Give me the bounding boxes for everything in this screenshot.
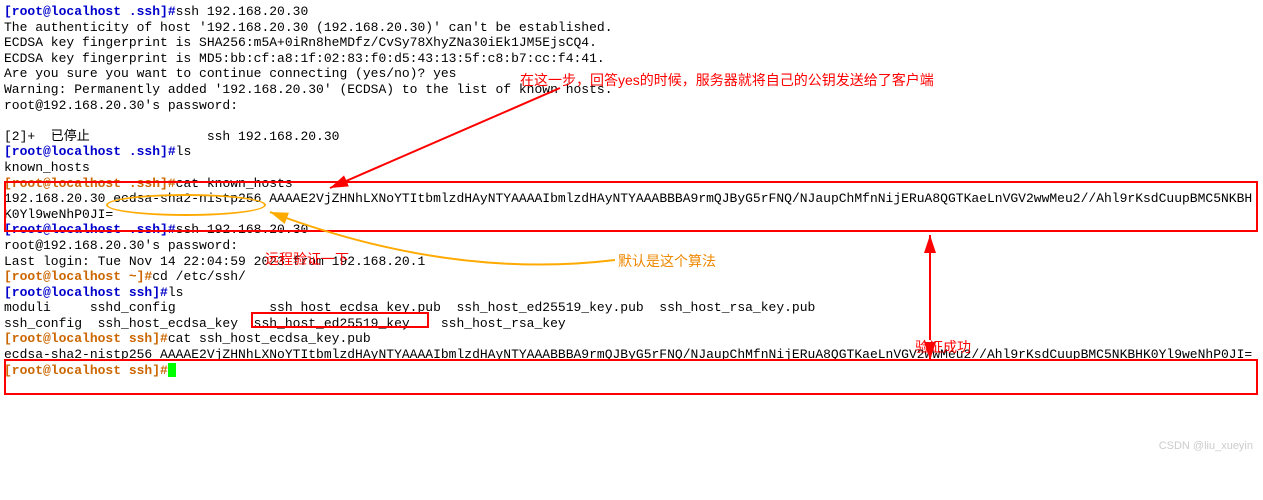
prompt-ssh: [root@localhost ssh]#: [4, 285, 168, 300]
fingerprint-sha: ECDSA key fingerprint is SHA256:m5A+0iRn…: [4, 35, 1259, 51]
cmd-cat-pub: cat ssh_host_ecdsa_key.pub: [168, 331, 371, 346]
ls-row1: moduli sshd_config ssh_host_ecdsa_key.pu…: [4, 300, 1259, 316]
box-ecdsa-pub-file: [251, 312, 429, 328]
box-pubkey-content: [4, 359, 1258, 395]
cmd-cd: cd /etc/ssh/: [152, 269, 246, 284]
password-prompt-2: root@192.168.20.30's password:: [4, 238, 1259, 254]
password-prompt: root@192.168.20.30's password:: [4, 98, 1259, 114]
prompt: [root@localhost .ssh]#: [4, 144, 176, 159]
prompt-home: [root@localhost ~]#: [4, 269, 152, 284]
cmd-ls2: ls: [168, 285, 184, 300]
annotation-remote-verify: 远程验证一下: [265, 251, 349, 268]
prompt: [root@localhost .ssh]#: [4, 4, 176, 19]
prompt-ssh-orange: [root@localhost ssh]#: [4, 331, 168, 346]
stopped-job: [2]+ 已停止 ssh 192.168.20.30: [4, 129, 1259, 145]
ls-output-known-hosts: known_hosts: [4, 160, 1259, 176]
watermark: CSDN @liu_xueyin: [1159, 440, 1253, 453]
cmd-ssh: ssh 192.168.20.30: [176, 4, 309, 19]
annotation-default-algo: 默认是这个算法: [618, 253, 716, 270]
annotation-verify-success: 验证成功: [915, 339, 971, 356]
auth-line: The authenticity of host '192.168.20.30 …: [4, 20, 1259, 36]
annotation-yes-pubkey: 在这一步，回答yes的时候，服务器就将自己的公钥发送给了客户端: [520, 72, 934, 89]
cmd-ls: ls: [176, 144, 192, 159]
oval-algo: [106, 194, 266, 216]
fingerprint-md5: ECDSA key fingerprint is MD5:bb:cf:a8:1f…: [4, 51, 1259, 67]
ls-row2: ssh_config ssh_host_ecdsa_key ssh_host_e…: [4, 316, 1259, 332]
